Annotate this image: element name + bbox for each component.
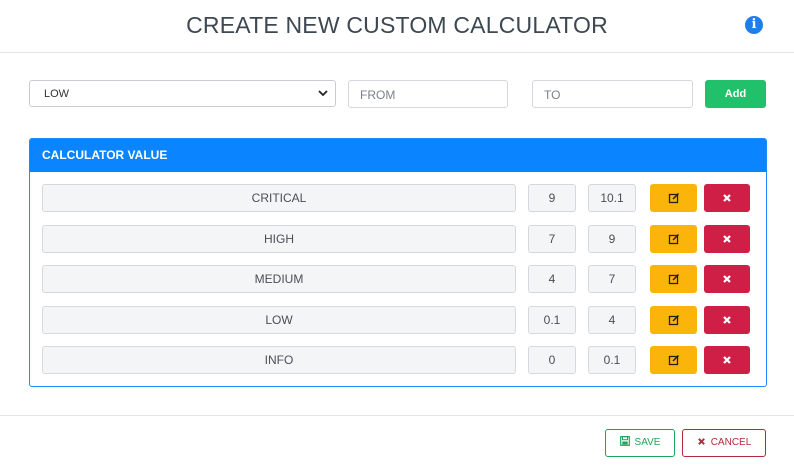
row-from: 9 [528,184,576,212]
table-row: CRITICAL 9 10.1 [30,184,766,214]
close-icon [697,437,705,445]
row-name: LOW [42,306,516,334]
from-input-placeholder: FROM [360,88,396,102]
level-select[interactable]: LOW [29,80,336,107]
edit-button[interactable] [650,184,697,212]
row-to: 0.1 [588,346,636,374]
table-row: HIGH 7 9 [30,225,766,255]
table-row: LOW 0.1 4 [30,306,766,336]
delete-button[interactable] [704,225,750,253]
delete-button[interactable] [704,306,750,334]
row-from: 4 [528,265,576,293]
row-to: 4 [588,306,636,334]
chevron-down-icon [318,90,328,97]
row-name: CRITICAL [42,184,516,212]
save-button[interactable]: SAVE [605,429,675,457]
row-to: 9 [588,225,636,253]
close-icon [723,194,731,202]
calculator-value-panel: CALCULATOR VALUE CRITICAL 9 10.1 HIGH 7 … [29,138,767,387]
row-to: 10.1 [588,184,636,212]
row-from: 0 [528,346,576,374]
delete-button[interactable] [704,184,750,212]
close-icon [723,275,731,283]
add-button[interactable]: Add [705,80,766,108]
edit-icon [668,314,679,326]
footer-divider [0,415,794,416]
edit-icon [668,354,679,366]
to-input-placeholder: TO [544,88,561,102]
edit-icon [668,233,679,245]
row-name: MEDIUM [42,265,516,293]
edit-button[interactable] [650,265,697,293]
edit-icon [668,273,679,285]
edit-button[interactable] [650,306,697,334]
modal-header: CREATE NEW CUSTOM CALCULATOR i [0,0,794,53]
edit-button[interactable] [650,225,697,253]
table-row: MEDIUM 4 7 [30,265,766,295]
level-select-value: LOW [44,88,70,100]
row-from: 0.1 [528,306,576,334]
cancel-button[interactable]: CANCEL [682,429,766,457]
floppy-disk-icon [619,436,630,447]
edit-button[interactable] [650,346,697,374]
row-name: HIGH [42,225,516,253]
close-icon [723,316,731,324]
table-row: INFO 0 0.1 [30,346,766,376]
cancel-label: CANCEL [710,437,752,448]
info-icon[interactable]: i [745,16,763,34]
page-title: CREATE NEW CUSTOM CALCULATOR [186,12,608,38]
edit-icon [668,192,679,204]
row-to: 7 [588,265,636,293]
from-input[interactable]: FROM [348,80,508,108]
delete-button[interactable] [704,346,750,374]
close-icon [723,356,731,364]
row-name: INFO [42,346,516,374]
delete-button[interactable] [704,265,750,293]
to-input[interactable]: TO [532,80,693,108]
panel-title: CALCULATOR VALUE [30,139,766,172]
row-from: 7 [528,225,576,253]
close-icon [723,235,731,243]
save-label: SAVE [634,437,661,448]
